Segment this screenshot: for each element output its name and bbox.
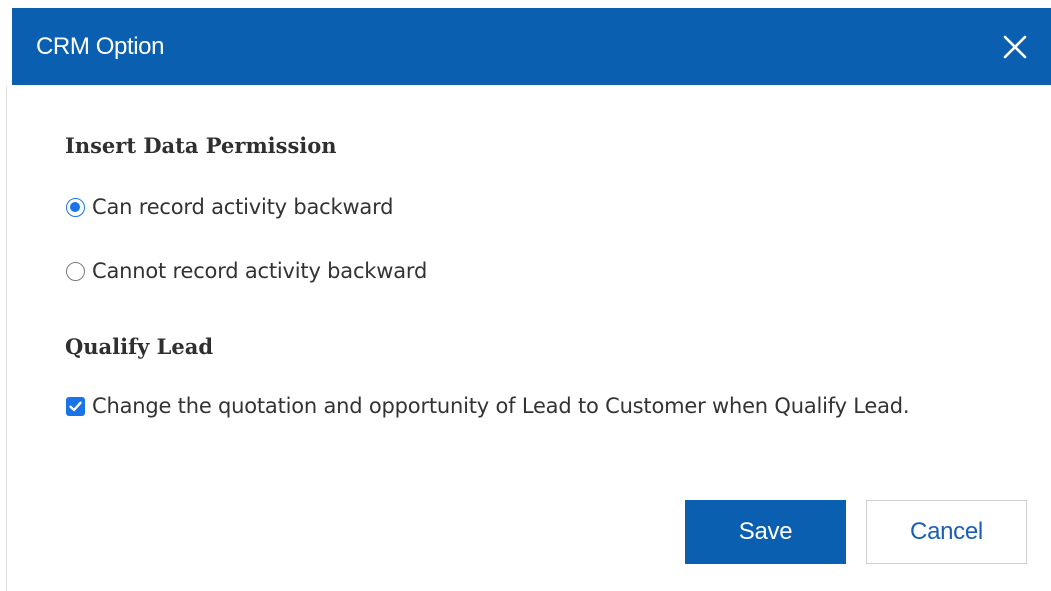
- insert-permission-heading: Insert Data Permission: [65, 133, 337, 158]
- radio-button-selected[interactable]: [66, 197, 85, 217]
- crm-option-dialog: CRM Option Insert Data Permission Can re…: [6, 8, 1051, 591]
- radio-label-can-record: Can record activity backward: [92, 195, 394, 219]
- radio-button-unselected[interactable]: [66, 261, 85, 281]
- qualify-lead-checkbox-label: Change the quotation and opportunity of …: [92, 394, 910, 418]
- close-icon[interactable]: [1002, 34, 1028, 60]
- dialog-title: CRM Option: [36, 33, 165, 60]
- qualify-lead-heading: Qualify Lead: [65, 334, 214, 359]
- checkbox-checked[interactable]: [66, 396, 85, 416]
- dialog-titlebar: CRM Option: [12, 8, 1051, 85]
- save-button[interactable]: Save: [685, 500, 846, 564]
- cancel-button[interactable]: Cancel: [866, 500, 1027, 564]
- radio-can-record-backward[interactable]: Can record activity backward: [66, 193, 394, 221]
- qualify-lead-checkbox-row[interactable]: Change the quotation and opportunity of …: [66, 392, 910, 420]
- radio-cannot-record-backward[interactable]: Cannot record activity backward: [66, 257, 427, 285]
- radio-label-cannot-record: Cannot record activity backward: [92, 259, 428, 283]
